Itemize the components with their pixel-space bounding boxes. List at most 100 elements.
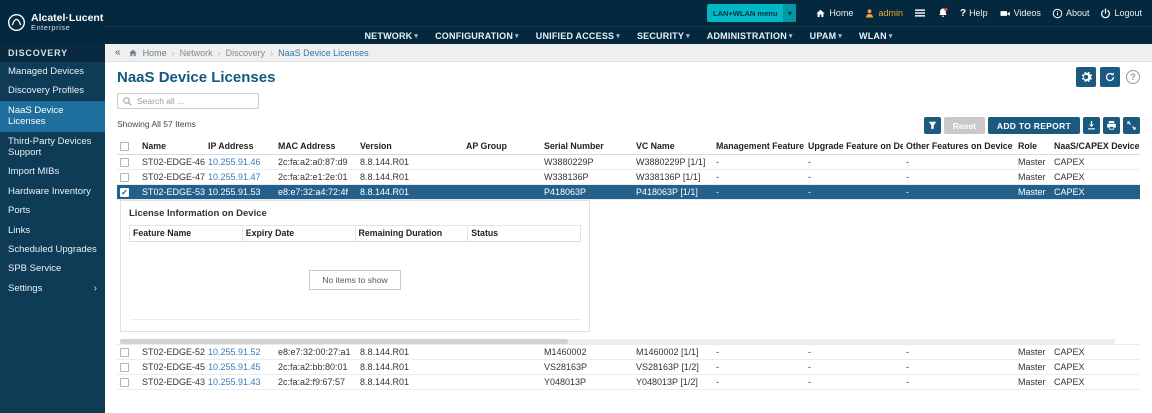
cell-vc_name: M1460002 [1/1]	[633, 344, 713, 360]
table-row[interactable]: ST02-EDGE-47 10.255.91.47 2c:fa:a2:e1:2e:0…	[117, 169, 1140, 185]
sidebar-item-links[interactable]: Links	[0, 221, 105, 240]
home-button[interactable]: Home	[815, 8, 853, 19]
user-menu[interactable]: admin	[864, 8, 903, 19]
page-help-button[interactable]: ?	[1126, 70, 1140, 84]
sidebar-item-import-mibs[interactable]: Import MIBs	[0, 162, 105, 181]
nav-item-wlan[interactable]: WLAN ▾	[859, 31, 893, 41]
column-header[interactable]: Management Feature on D...	[713, 138, 805, 155]
cell-device_type: CAPEX	[1051, 359, 1140, 375]
sidebar-item-third-party-devices-support[interactable]: Third-Party Devices Support	[0, 132, 105, 163]
sidebar-item-ports[interactable]: Ports	[0, 201, 105, 220]
sidebar-item-discovery-profiles[interactable]: Discovery Profiles	[0, 81, 105, 100]
ip-address-link[interactable]: 10.255.91.53	[208, 187, 261, 197]
select-all-checkbox[interactable]	[120, 141, 129, 151]
breadcrumb-item[interactable]: Discovery	[226, 48, 266, 58]
row-checkbox[interactable]	[120, 157, 129, 167]
search-input[interactable]	[137, 96, 254, 106]
column-header[interactable]: Role	[1015, 138, 1051, 155]
column-header[interactable]: MAC Address	[275, 138, 357, 155]
scrollbar-thumb[interactable]	[120, 338, 568, 343]
table-row[interactable]: ST02-EDGE-45 10.255.91.45 2c:fa:a2:bb:80:0…	[117, 359, 1140, 375]
column-header[interactable]: Other Features on Device	[903, 138, 1015, 155]
refresh-button[interactable]	[1100, 67, 1120, 87]
column-header[interactable]: Name	[139, 138, 205, 155]
sidebar-item-scheduled-upgrades[interactable]: Scheduled Upgrades	[0, 240, 105, 259]
row-checkbox[interactable]	[120, 347, 129, 357]
breadcrumb-separator: ›	[270, 47, 274, 58]
apps-menu-button[interactable]	[914, 8, 926, 18]
add-to-report-button[interactable]: ADD TO REPORT	[987, 117, 1080, 134]
horizontal-scrollbar[interactable]	[120, 338, 1115, 343]
filter-button[interactable]	[923, 117, 941, 134]
table-actions: Reset ADD TO REPORT	[923, 117, 1140, 134]
cell-ap_group	[463, 169, 541, 185]
ip-address-link[interactable]: 10.255.91.52	[208, 347, 261, 357]
cell-role: Master	[1015, 184, 1051, 200]
printer-icon	[1106, 120, 1117, 131]
table-row[interactable]: ST02-EDGE-52 10.255.91.52 e8:e7:32:00:27:a…	[117, 344, 1140, 360]
videos-button[interactable]: Videos	[999, 8, 1041, 19]
lan-wlan-menu-select[interactable]: LAN+WLAN menu ▾	[707, 4, 797, 22]
cell-mgmt_feature: -	[713, 184, 805, 200]
cell-ip: 10.255.91.45	[205, 359, 275, 375]
cell-version: 8.8.144.R01	[357, 154, 463, 170]
reset-button[interactable]: Reset	[943, 117, 985, 134]
row-checkbox[interactable]: ✓	[120, 187, 129, 197]
sidebar-item-spb-service[interactable]: SPB Service	[0, 259, 105, 278]
cell-other_features: -	[903, 344, 1015, 360]
export-button[interactable]	[1083, 117, 1100, 134]
sidebar-item-settings[interactable]: Settings ›	[0, 279, 105, 299]
column-header[interactable]: VC Name	[633, 138, 713, 155]
nav-item-upam[interactable]: UPAM ▾	[810, 31, 842, 41]
settings-gear-button[interactable]	[1076, 67, 1096, 87]
main-nav: NETWORK ▾ CONFIGURATION ▾ UNIFIED ACCESS ▾ SEC…	[105, 26, 1152, 44]
breadcrumb-items: Home › Network › Discovery › NaaS Device Licen…	[143, 48, 369, 58]
column-header[interactable]: Serial Number	[541, 138, 633, 155]
breadcrumb-item[interactable]: Home	[143, 48, 167, 58]
column-header[interactable]: NaaS/CAPEX Device	[1051, 138, 1140, 155]
ip-address-link[interactable]: 10.255.91.43	[208, 377, 261, 387]
table-row[interactable]: ✓ ST02-EDGE-53 10.255.91.53 e8:e7:32:a4:72:…	[117, 184, 1140, 200]
username-label: admin	[878, 8, 903, 18]
sidebar-item-managed-devices[interactable]: Managed Devices	[0, 62, 105, 81]
about-button[interactable]: About	[1052, 8, 1089, 19]
nav-item-security[interactable]: SECURITY ▾	[637, 31, 690, 41]
cell-mac: 2c:fa:a2:e1:2e:01	[275, 169, 357, 185]
nav-item-administration[interactable]: ADMINISTRATION ▾	[707, 31, 793, 41]
chevron-down-icon: ▾	[783, 4, 797, 22]
breadcrumb-item[interactable]: NaaS Device Licenses	[278, 48, 369, 58]
nav-item-unified-access[interactable]: UNIFIED ACCESS ▾	[536, 31, 620, 41]
column-header[interactable]: IP Address	[205, 138, 275, 155]
table-row[interactable]: ST02-EDGE-46 10.255.91.46 2c:fa:a2:a0:87:d…	[117, 154, 1140, 170]
nav-item-configuration[interactable]: CONFIGURATION ▾	[435, 31, 519, 41]
cell-ip: 10.255.91.47	[205, 169, 275, 185]
sidebar-item-label: Import MIBs	[8, 166, 60, 178]
row-checkbox[interactable]	[120, 172, 129, 182]
ip-address-link[interactable]: 10.255.91.47	[208, 172, 261, 182]
logout-button[interactable]: Logout	[1100, 7, 1142, 19]
ip-address-link[interactable]: 10.255.91.45	[208, 362, 261, 372]
nav-item-network[interactable]: NETWORK ▾	[364, 31, 418, 41]
notifications-button[interactable]	[937, 7, 949, 19]
column-header[interactable]: Version	[357, 138, 463, 155]
row-checkbox[interactable]	[120, 362, 129, 372]
sidebar-item-hardware-inventory[interactable]: Hardware Inventory	[0, 182, 105, 201]
cell-mgmt_feature: -	[713, 344, 805, 360]
funnel-icon	[927, 120, 938, 131]
ip-address-link[interactable]: 10.255.91.46	[208, 157, 261, 167]
table-row[interactable]: ST02-EDGE-43 10.255.91.43 2c:fa:a2:f9:67:5…	[117, 374, 1140, 390]
videos-label: Videos	[1013, 8, 1041, 18]
fullscreen-button[interactable]	[1123, 117, 1140, 134]
cell-vc_name: P418063P [1/1]	[633, 184, 713, 200]
sidebar-item-label: NaaS Device Licenses	[8, 104, 64, 128]
sidebar-item-naas-device-licenses[interactable]: NaaS Device Licenses	[0, 100, 105, 132]
breadcrumb-item[interactable]: Network	[180, 48, 213, 58]
print-button[interactable]	[1103, 117, 1120, 134]
column-header[interactable]: Upgrade Feature on Device	[805, 138, 903, 155]
brand-subtitle: Enterprise	[31, 22, 71, 32]
device-table-body: ST02-EDGE-46 10.255.91.46 2c:fa:a2:a0:87:d…	[117, 154, 1140, 390]
sidebar-collapse-icon[interactable]: «	[115, 47, 121, 58]
help-button[interactable]: ? Help	[960, 8, 988, 19]
column-header[interactable]: AP Group	[463, 138, 541, 155]
row-checkbox[interactable]	[120, 377, 129, 387]
